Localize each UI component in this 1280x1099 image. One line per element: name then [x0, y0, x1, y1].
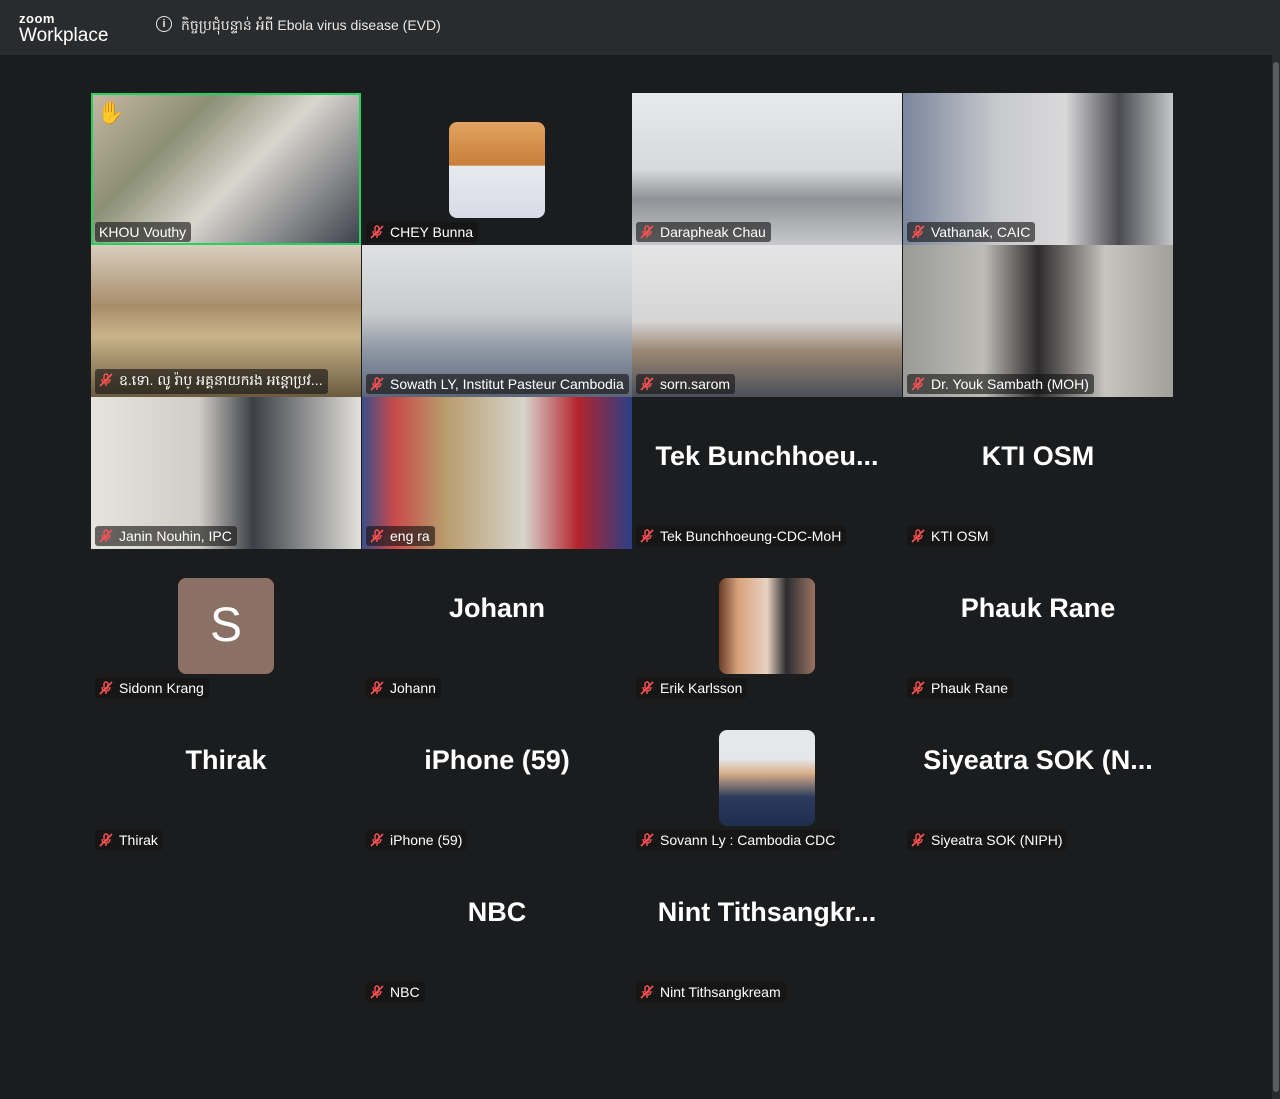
- mic-muted-icon: [911, 377, 925, 391]
- participant-name: Tek Bunchhoeung-CDC-MoH: [636, 526, 847, 546]
- participant-tile[interactable]: Tek Bunchhoeu... Tek Bunchhoeung-CDC-MoH: [632, 397, 902, 549]
- mic-muted-icon: [370, 681, 384, 695]
- participant-tile[interactable]: eng ra: [362, 397, 632, 549]
- mic-muted-icon: [640, 681, 654, 695]
- participant-tile[interactable]: Phauk Rane Phauk Rane: [903, 549, 1173, 701]
- participant-tile[interactable]: Darapheak Chau: [632, 93, 902, 245]
- participant-name: NBC: [366, 982, 425, 1002]
- participant-tile[interactable]: Thirak Thirak: [91, 701, 361, 853]
- participant-display-name: iPhone (59): [424, 745, 570, 775]
- mic-muted-icon: [99, 529, 113, 543]
- participant-tile[interactable]: NBC NBC: [362, 853, 632, 1005]
- participant-tile[interactable]: Dr. Youk Sambath (MOH): [903, 245, 1173, 397]
- participant-name: Janin Nouhin, IPC: [95, 526, 237, 546]
- participant-display-name: Johann: [448, 593, 545, 623]
- mic-muted-icon: [911, 833, 925, 847]
- mic-muted-icon: [370, 377, 384, 391]
- participant-tile[interactable]: ឧ.ទោ. លូ រ៉ាប្ អគ្គនាយករង អន្តោប្រវ...: [91, 245, 361, 397]
- participant-tile[interactable]: CHEY Bunna: [362, 93, 632, 245]
- participant-display-name: KTI OSM: [981, 441, 1095, 471]
- participant-tile[interactable]: Sowath LY, Institut Pasteur Cambodia: [362, 245, 632, 397]
- participant-tile[interactable]: Nint Tithsangkr... Nint Tithsangkream: [632, 853, 902, 1005]
- mic-muted-icon: [99, 833, 113, 847]
- avatar: [719, 578, 815, 674]
- participant-name: Erik Karlsson: [636, 678, 748, 698]
- participant-tile[interactable]: KTI OSM KTI OSM: [903, 397, 1173, 549]
- scrollbar-thumb[interactable]: [1273, 62, 1279, 1092]
- info-icon[interactable]: i: [156, 16, 172, 32]
- participant-name: KTI OSM: [907, 526, 994, 546]
- avatar: [449, 122, 545, 218]
- participant-name: CHEY Bunna: [366, 222, 479, 242]
- participant-tile[interactable]: ✋ KHOU Vouthy: [91, 93, 361, 245]
- mic-muted-icon: [370, 529, 384, 543]
- participant-tile[interactable]: Erik Karlsson: [632, 549, 902, 701]
- brand-top: zoom: [19, 11, 55, 26]
- participant-name: ឧ.ទោ. លូ រ៉ាប្ អគ្គនាយករង អន្តោប្រវ...: [95, 369, 328, 394]
- mic-muted-icon: [640, 225, 654, 239]
- participant-display-name: Tek Bunchhoeu...: [655, 441, 879, 471]
- brand-bottom: Workplace: [19, 25, 109, 46]
- mic-muted-icon: [640, 529, 654, 543]
- participant-name: sorn.sarom: [636, 374, 736, 394]
- participant-tile[interactable]: Siyeatra SOK (N... Siyeatra SOK (NIPH): [903, 701, 1173, 853]
- avatar: [719, 730, 815, 826]
- participant-name: KHOU Vouthy: [95, 222, 192, 242]
- participant-name: Darapheak Chau: [636, 222, 771, 242]
- participant-tile[interactable]: Johann Johann: [362, 549, 632, 701]
- participant-name: Dr. Youk Sambath (MOH): [907, 374, 1094, 394]
- title-bar: zoom Workplace i កិច្ចប្រជុំបន្ទាន់ អំពី…: [0, 0, 1280, 55]
- participant-tile[interactable]: Vathanak, CAIC: [903, 93, 1173, 245]
- mic-muted-icon: [99, 373, 113, 387]
- participant-tile[interactable]: Janin Nouhin, IPC: [91, 397, 361, 549]
- mic-muted-icon: [370, 985, 384, 999]
- participant-display-name: Siyeatra SOK (N...: [923, 745, 1153, 775]
- participant-tile[interactable]: S Sidonn Krang: [91, 549, 361, 701]
- participant-display-name: Nint Tithsangkr...: [657, 897, 877, 927]
- mic-muted-icon: [911, 681, 925, 695]
- participant-name: Sowath LY, Institut Pasteur Cambodia: [366, 374, 629, 394]
- zoom-logo: zoom Workplace: [19, 12, 108, 47]
- participant-display-name: Phauk Rane: [960, 593, 1116, 623]
- mic-muted-icon: [640, 377, 654, 391]
- participant-name: Sovann Ly : Cambodia CDC: [636, 830, 841, 850]
- participant-display-name: NBC: [467, 897, 527, 927]
- participant-display-name: Thirak: [185, 745, 267, 775]
- mic-muted-icon: [370, 225, 384, 239]
- meeting-title: កិច្ចប្រជុំបន្ទាន់ អំពី Ebola virus dise…: [181, 17, 441, 33]
- mic-muted-icon: [640, 985, 654, 999]
- participant-name: Sidonn Krang: [95, 678, 209, 698]
- participant-tile[interactable]: iPhone (59) iPhone (59): [362, 701, 632, 853]
- participant-name: Vathanak, CAIC: [907, 222, 1036, 242]
- participant-name: Nint Tithsangkream: [636, 982, 786, 1002]
- mic-muted-icon: [911, 529, 925, 543]
- participant-name: eng ra: [366, 526, 435, 546]
- participant-name: Thirak: [95, 830, 163, 850]
- mic-muted-icon: [640, 833, 654, 847]
- mic-muted-icon: [911, 225, 925, 239]
- participant-name: iPhone (59): [366, 830, 468, 850]
- participant-name: Phauk Rane: [907, 678, 1014, 698]
- participant-name: Siyeatra SOK (NIPH): [907, 830, 1068, 850]
- participant-name: Johann: [366, 678, 441, 698]
- raised-hand-icon: ✋: [97, 100, 125, 125]
- mic-muted-icon: [99, 681, 113, 695]
- mic-muted-icon: [370, 833, 384, 847]
- participant-tile[interactable]: Sovann Ly : Cambodia CDC: [632, 701, 902, 853]
- avatar: S: [178, 578, 274, 674]
- participant-tile[interactable]: sorn.sarom: [632, 245, 902, 397]
